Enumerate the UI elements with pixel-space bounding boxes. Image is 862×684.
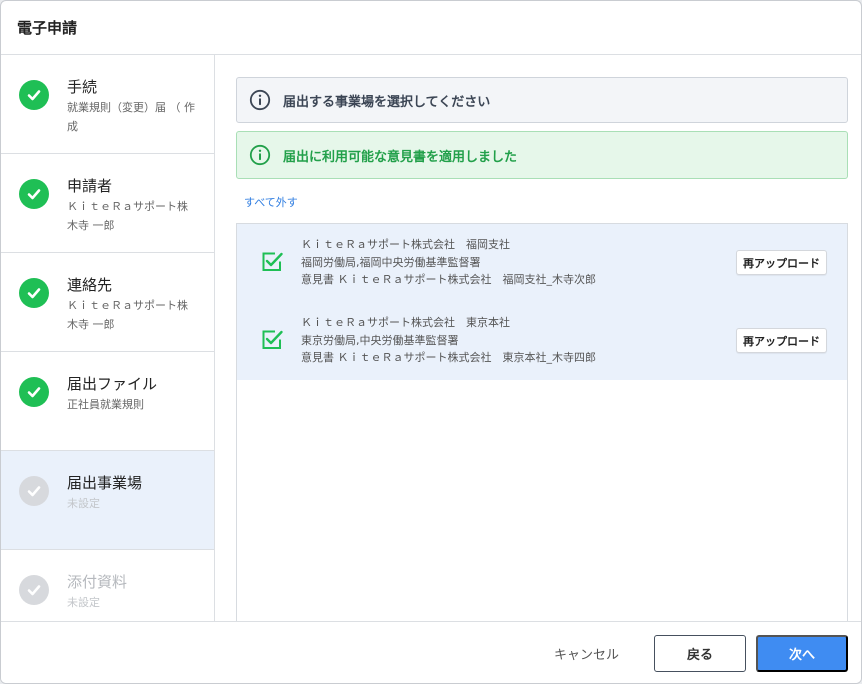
step-filing-office[interactable]: 届出事業場 未設定 [1,451,214,550]
info-icon [249,144,271,166]
info-icon [249,89,271,111]
step-procedure[interactable]: 手続 就業規則（変更）届 （ 作成 [1,55,214,154]
reupload-button[interactable]: 再アップロード [736,328,827,353]
step-contact[interactable]: 連絡先 ＫｉｔｅＲａサポート株 木寺 一郎 [1,253,214,352]
step-subtitle: ＫｉｔｅＲａサポート株 [67,299,188,312]
back-button[interactable]: 戻る [654,635,746,672]
step-title: 届出事業場 [67,474,143,492]
step-title: 手続 [67,78,98,96]
info-alert: 届出する事業場を選択してください [236,77,848,123]
success-alert: 届出に利用可能な意見書を適用しました [236,131,848,179]
step-sidebar: 手続 就業規則（変更）届 （ 作成 申請者 ＫｉｔｅＲａサポート株 木寺 一郎 … [1,55,215,621]
checkbox-checked-icon[interactable] [260,250,284,274]
step-title: 届出ファイル [67,375,158,393]
dialog-title: 電子申請 [17,19,78,37]
success-alert-text: 届出に利用可能な意見書を適用しました [283,149,518,165]
electronic-application-dialog: 電子申請 手続 就業規則（変更）届 （ 作成 申請者 ＫｉｔｅＲａサポート株 木… [0,0,862,684]
dialog-footer: キャンセル 戻る 次へ [1,621,861,683]
check-circle-icon [19,575,49,605]
step-applicant[interactable]: 申請者 ＫｉｔｅＲａサポート株 木寺 一郎 [1,154,214,253]
check-circle-icon [19,377,49,407]
reupload-button[interactable]: 再アップロード [736,250,827,275]
check-circle-icon [19,278,49,308]
step-subtitle: 就業規則（変更）届 （ 作成 [67,101,195,133]
info-alert-text: 届出する事業場を選択してください [283,94,491,110]
step-subtitle-name: 木寺 一郎 [67,318,115,331]
step-title: 添付資料 [67,573,128,591]
step-subtitle: 未設定 [67,497,100,510]
next-button[interactable]: 次へ [756,635,848,672]
step-subtitle-name: 木寺 一郎 [67,219,115,232]
cancel-button[interactable]: キャンセル [554,644,619,663]
check-circle-icon [19,476,49,506]
checkbox-checked-icon[interactable] [260,328,284,352]
office-row[interactable]: ＫｉｔｅＲａサポート株式会社 東京本社 東京労働局,中央労働基準監督署 意見書 … [237,302,847,380]
step-filing-file[interactable]: 届出ファイル 正社員就業規則 [1,352,214,451]
step-attachments[interactable]: 添付資料 未設定 [1,550,214,621]
office-row[interactable]: ＫｉｔｅＲａサポート株式会社 福岡支社 福岡労働局,福岡中央労働基準監督署 意見… [237,224,847,302]
office-list: ＫｉｔｅＲａサポート株式会社 福岡支社 福岡労働局,福岡中央労働基準監督署 意見… [236,223,848,621]
main-content: 届出する事業場を選択してください 届出に利用可能な意見書を適用しました すべて外… [215,55,861,621]
step-subtitle: ＫｉｔｅＲａサポート株 [67,200,188,213]
deselect-all-link[interactable]: すべて外す [244,194,298,210]
dialog-header: 電子申請 [1,1,861,55]
check-circle-icon [19,80,49,110]
check-circle-icon [19,179,49,209]
step-title: 連絡先 [67,276,113,294]
step-title: 申請者 [67,177,113,195]
step-subtitle: 正社員就業規則 [67,398,144,411]
step-subtitle: 未設定 [67,596,100,609]
